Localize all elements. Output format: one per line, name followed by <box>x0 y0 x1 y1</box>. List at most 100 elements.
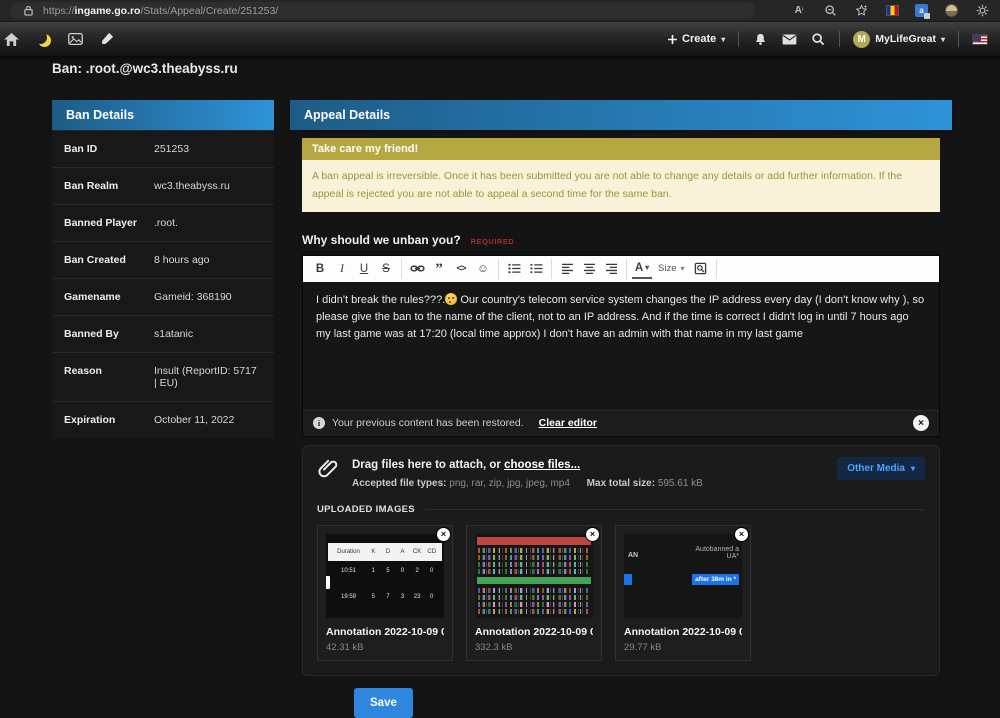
row-value: .root. <box>154 217 178 229</box>
attach-header: Drag files here to attach, or choose fil… <box>317 457 925 489</box>
uploaded-images-header: UPLOADED IMAGES <box>317 504 925 515</box>
file-size: 42.31 kB <box>326 642 444 653</box>
editor-text: I didn't break the rules???. <box>316 294 445 306</box>
restore-message: Your previous content has been restored. <box>332 417 524 429</box>
link-icon[interactable] <box>407 259 427 279</box>
appeal-details-header: Appeal Details <box>290 100 952 130</box>
search-icon[interactable] <box>810 31 826 47</box>
username-label: MyLifeGreat <box>875 33 936 45</box>
uploaded-image-card[interactable]: × DurationKDACKCD 10:5115020 19:59573230 <box>317 525 453 661</box>
favorites-star-icon[interactable] <box>853 3 869 19</box>
remove-image-button[interactable]: × <box>585 527 600 542</box>
file-name: Annotation 2022-10-09 083... <box>326 626 444 638</box>
underline-button[interactable]: U <box>354 259 374 279</box>
us-flag-language-icon[interactable] <box>972 31 988 47</box>
uploaded-image-card[interactable]: × Annotation 2022-10-09 083... 332.3 kB <box>466 525 602 661</box>
code-button[interactable]: <> <box>451 259 471 279</box>
other-media-button[interactable]: Other Media ▾ <box>837 457 925 480</box>
appeal-details-panel: Appeal Details Take care my friend! A ba… <box>290 100 952 718</box>
strikethrough-button[interactable]: S <box>376 259 396 279</box>
blockquote-button[interactable]: ” <box>429 259 449 279</box>
chevron-down-icon: ▾ <box>941 35 945 44</box>
paintbrush-icon[interactable] <box>99 31 115 47</box>
style-group: A▾ Size▾ <box>627 259 717 279</box>
messages-envelope-icon[interactable] <box>781 31 797 47</box>
thumb-green-bar <box>477 577 591 584</box>
remove-image-button[interactable]: × <box>436 527 451 542</box>
save-button[interactable]: Save <box>354 688 413 718</box>
insert-group: ” <> ☺ <box>402 259 499 279</box>
uploaded-image-cards: × DurationKDACKCD 10:5115020 19:59573230 <box>317 525 925 661</box>
url-box[interactable]: https://ingame.go.ro/Stats/Appeal/Create… <box>10 2 755 19</box>
zoom-out-icon[interactable] <box>822 3 838 19</box>
table-row: Banned Bys1atanic <box>52 315 274 352</box>
row-value: Insult (ReportID: 5717 | EU) <box>154 365 262 389</box>
divider <box>839 31 840 47</box>
user-menu[interactable]: M MyLifeGreat ▾ <box>853 31 945 48</box>
file-name: Annotation 2022-10-09 083... <box>624 626 742 638</box>
uploaded-image-card[interactable]: × AN Autobanned aUA* after 38m in * Anno… <box>615 525 751 661</box>
bold-button[interactable]: B <box>310 259 330 279</box>
table-row: Ban Created8 hours ago <box>52 241 274 278</box>
align-left-icon[interactable] <box>557 259 577 279</box>
browser-address-bar: https://ingame.go.ro/Stats/Appeal/Create… <box>0 0 1000 22</box>
question-row: Why should we unban you? REQUIRED <box>302 233 940 247</box>
remove-image-button[interactable]: × <box>734 527 749 542</box>
chevron-down-icon: ▾ <box>911 464 915 473</box>
row-value: 8 hours ago <box>154 254 209 266</box>
bullet-list-icon[interactable] <box>504 259 524 279</box>
row-label: Gamename <box>64 291 154 303</box>
divider <box>425 509 925 510</box>
attachments-box[interactable]: Drag files here to attach, or choose fil… <box>302 445 940 676</box>
chevron-down-icon: ▾ <box>721 35 725 44</box>
gallery-icon[interactable] <box>67 31 83 47</box>
divider <box>958 31 959 47</box>
thinking-face-emoji <box>445 293 457 305</box>
text-color-button[interactable]: A▾ <box>632 259 652 279</box>
align-right-icon[interactable] <box>601 259 621 279</box>
profile-avatar-extension-icon[interactable] <box>943 3 959 19</box>
romanian-flag-extension-icon[interactable] <box>884 3 900 19</box>
translate-extension-icon[interactable]: a <box>915 4 928 17</box>
align-group <box>552 259 627 279</box>
settings-gear-icon[interactable] <box>974 3 990 19</box>
question-label: Why should we unban you? <box>302 233 461 247</box>
user-avatar: M <box>853 31 870 48</box>
emoji-button[interactable]: ☺ <box>473 259 493 279</box>
thumb-highlight-chip <box>624 574 632 585</box>
content-restored-bar: i Your previous content has been restore… <box>303 410 939 436</box>
warning-title: Take care my friend! <box>302 138 940 160</box>
theme-moon-icon[interactable] <box>35 31 51 47</box>
navbar-left-icons <box>12 31 115 47</box>
create-button[interactable]: Create ▾ <box>668 33 725 45</box>
table-row: GamenameGameid: 368190 <box>52 278 274 315</box>
read-aloud-icon[interactable]: A⁾ <box>791 3 807 19</box>
choose-files-link[interactable]: choose files... <box>504 459 580 471</box>
thumb-highlight-chip: after 38m in * <box>692 574 739 585</box>
home-icon[interactable] <box>3 31 19 47</box>
table-row: Ban Realmwc3.theabyss.ru <box>52 167 274 204</box>
notifications-bell-icon[interactable] <box>752 31 768 47</box>
ordered-list-icon[interactable] <box>526 259 546 279</box>
row-value: 251253 <box>154 143 189 155</box>
warning-body: A ban appeal is irreversible. Once it ha… <box>302 160 940 212</box>
editor-toolbar: B I U S ” <> ☺ <box>303 256 939 282</box>
attach-texts: Drag files here to attach, or choose fil… <box>352 457 703 489</box>
thumb-text: AN <box>628 552 638 559</box>
align-center-icon[interactable] <box>579 259 599 279</box>
file-size: 29.77 kB <box>624 642 742 653</box>
table-row: Banned Player.root. <box>52 204 274 241</box>
preview-icon[interactable] <box>691 259 711 279</box>
editor-content[interactable]: I didn't break the rules???. Our country… <box>303 282 939 410</box>
row-label: Banned By <box>64 328 154 340</box>
close-icon[interactable]: × <box>913 415 929 431</box>
thumb-table-header: DurationKDACKCD <box>328 543 442 561</box>
thumb-table-row: 10:5115020 <box>328 568 442 574</box>
italic-button[interactable]: I <box>332 259 352 279</box>
table-row: Ban ID251253 <box>52 130 274 167</box>
required-badge: REQUIRED <box>471 237 515 246</box>
font-size-select[interactable]: Size▾ <box>654 263 689 274</box>
list-group <box>499 259 552 279</box>
row-value: wc3.theabyss.ru <box>154 180 230 192</box>
clear-editor-link[interactable]: Clear editor <box>539 417 597 429</box>
